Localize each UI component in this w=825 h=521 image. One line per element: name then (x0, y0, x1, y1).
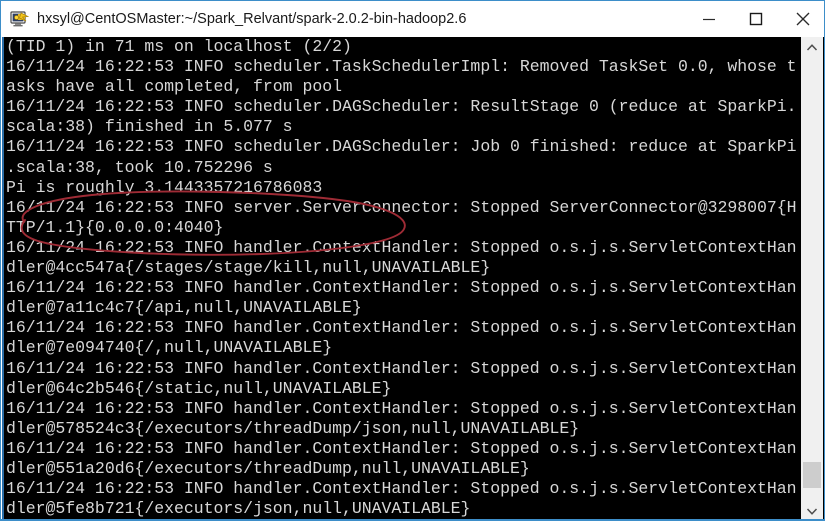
vertical-scrollbar[interactable] (801, 37, 823, 520)
terminal-line: 16/11/24 16:22:53 INFO handler.ContextHa… (6, 358, 797, 378)
terminal-line: dler@7e094740{/,null,UNAVAILABLE} (6, 338, 333, 358)
terminal-line: TTP/1.1}{0.0.0.0:4040} (6, 217, 224, 237)
window-title: hxsyl@CentOSMaster:~/Spark_Relvant/spark… (37, 11, 467, 27)
terminal-line: dler@551a20d6{/executors/threadDump,null… (6, 458, 530, 478)
terminal-line: asks have all completed, from pool (6, 77, 342, 97)
terminal-output-area[interactable]: (TID 1) in 71 ms on localhost (2/2) 16/11… (2, 37, 824, 520)
scrollbar-thumb[interactable] (803, 462, 821, 488)
terminal-line: 16/11/24 16:22:53 INFO scheduler.DAGSche… (6, 137, 797, 157)
maximize-button[interactable] (732, 2, 779, 37)
terminal-line: 16/11/24 16:22:53 INFO handler.ContextHa… (6, 438, 797, 458)
scroll-up-icon[interactable] (801, 37, 823, 58)
close-button[interactable] (779, 2, 824, 37)
terminal-line: 16/11/24 16:22:53 INFO scheduler.TaskSch… (6, 57, 797, 77)
terminal-line: 16/11/24 16:22:53 INFO handler.ContextHa… (6, 479, 797, 499)
terminal-window: hxsyl@CentOSMaster:~/Spark_Relvant/spark… (0, 0, 825, 521)
terminal-line: dler@4cc547a{/stages/stage/kill,null,UNA… (6, 258, 491, 278)
terminal-line: 16/11/24 16:22:53 INFO scheduler.DAGSche… (6, 97, 797, 117)
window-titlebar[interactable]: hxsyl@CentOSMaster:~/Spark_Relvant/spark… (1, 1, 824, 37)
terminal-line: 16/11/24 16:22:53 INFO handler.ContextHa… (6, 318, 797, 338)
putty-terminal-icon (10, 9, 30, 29)
scroll-down-icon[interactable] (801, 500, 823, 520)
terminal-line-list: (TID 1) in 71 ms on localhost (2/2) 16/11… (6, 37, 806, 519)
terminal-line: 16/11/24 16:22:53 INFO handler.ContextHa… (6, 398, 797, 418)
terminal-line: 16/11/24 16:22:53 INFO handler.ContextHa… (6, 237, 797, 257)
terminal-line: dler@578524c3{/executors/threadDump/json… (6, 418, 580, 438)
terminal-line: (TID 1) in 71 ms on localhost (2/2) (6, 37, 352, 56)
scrollbar-track[interactable] (801, 58, 823, 500)
terminal-line: dler@7a11c4c7{/api,null,UNAVAILABLE} (6, 298, 362, 318)
terminal-line: .scala:38, took 10.752296 s (6, 157, 273, 177)
window-bottom-frame (1, 519, 824, 520)
minimize-button[interactable] (685, 2, 732, 37)
terminal-line: Pi is roughly 3.1443357216786083 (6, 177, 323, 197)
terminal-line: dler@5fe8b721{/executors/json,null,UNAVA… (6, 499, 471, 519)
terminal-line: scala:38) finished in 5.077 s (6, 117, 293, 137)
terminal-line: 16/11/24 16:22:53 INFO handler.ContextHa… (6, 278, 797, 298)
terminal-line: dler@64c2b546{/static,null,UNAVAILABLE} (6, 378, 392, 398)
terminal-line: 16/11/24 16:22:53 INFO server.ServerConn… (6, 197, 797, 217)
